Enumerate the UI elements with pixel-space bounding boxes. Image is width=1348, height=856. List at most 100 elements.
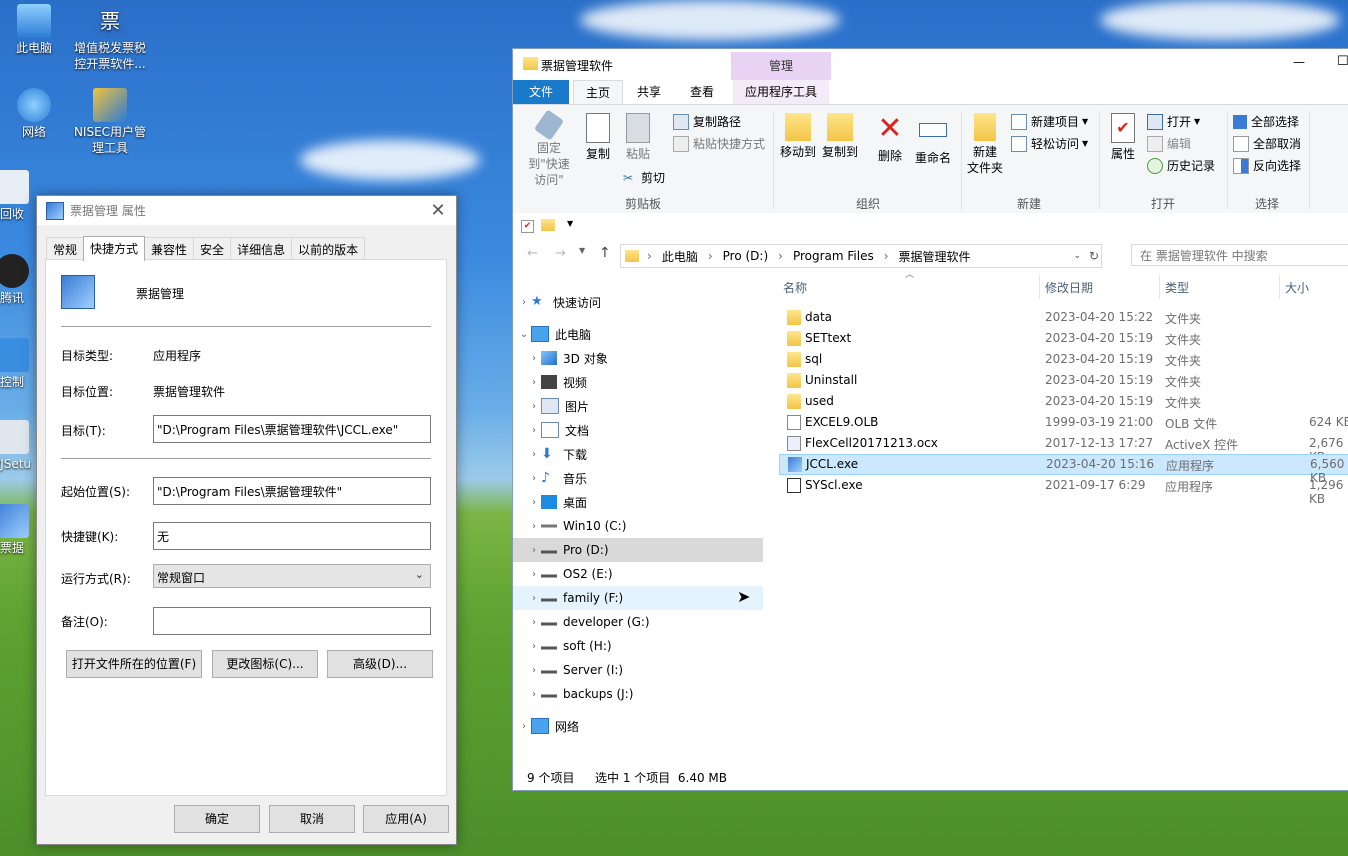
history-button[interactable]: 历史记录 [1147, 157, 1215, 174]
nav-item[interactable]: › 网络 [517, 714, 767, 738]
pin-quick-access-button[interactable]: 固定到"快速访问" [519, 109, 579, 188]
nav-item[interactable]: › 3D 对象 [527, 346, 777, 370]
apply-button[interactable]: 应用(A) [363, 805, 449, 833]
address-dropdown-icon[interactable]: ⌄ [1073, 251, 1081, 261]
breadcrumb-this-pc[interactable]: 此电脑 [662, 248, 698, 265]
column-divider[interactable] [1159, 275, 1160, 299]
properties-check-icon[interactable]: ✔ [521, 220, 534, 233]
invert-selection-button[interactable]: 反向选择 [1233, 157, 1301, 174]
nav-item[interactable]: › OS2 (E:) [527, 562, 777, 586]
paste-shortcut-button[interactable]: 粘贴快捷方式 [673, 135, 765, 152]
column-divider[interactable] [1039, 275, 1040, 299]
forward-arrow-icon[interactable]: → [555, 246, 566, 261]
delete-button[interactable]: ✕ 删除 [873, 113, 907, 164]
nav-item-hover[interactable]: › family (F:) [513, 586, 763, 610]
desktop-icon-nisec[interactable]: NISEC用户管理工具 [70, 88, 150, 156]
column-header-type[interactable]: 类型 [1165, 279, 1189, 296]
new-folder-button[interactable]: 新建 文件夹 [965, 113, 1005, 176]
tab-compatibility[interactable]: 兼容性 [144, 237, 195, 259]
file-row[interactable]: data 2023-04-20 15:22 文件夹 [779, 307, 1348, 328]
breadcrumb-program-files[interactable]: Program Files [793, 249, 874, 263]
properties-button[interactable]: ✔ 属性 [1105, 113, 1141, 162]
nav-item[interactable]: › ♪ 音乐 [527, 466, 777, 490]
customize-toolbar-icon[interactable]: ▼ [567, 219, 573, 228]
desktop-icon-invoice[interactable]: 票 增值税发票税控开票软件... [70, 4, 150, 72]
ok-button[interactable]: 确定 [174, 805, 260, 833]
nav-item[interactable]: › backups (J:) [527, 682, 777, 706]
nav-item[interactable]: › Win10 (C:) [527, 514, 777, 538]
close-button[interactable]: ✕ [420, 200, 456, 221]
open-file-location-button[interactable]: 打开文件所在的位置(F) [66, 650, 202, 678]
recent-locations-icon[interactable]: ▼ [579, 246, 585, 255]
file-row[interactable]: SYScl.exe 2021-09-17 6:29 应用程序 1,296 KB [779, 475, 1348, 506]
network-icon [17, 88, 51, 122]
tab-home[interactable]: 主页 [573, 80, 624, 104]
tab-general[interactable]: 常规 [46, 237, 85, 259]
file-row[interactable]: sql 2023-04-20 15:19 文件夹 [779, 349, 1348, 370]
tab-view[interactable]: 查看 [678, 80, 726, 104]
nav-item[interactable]: › developer (G:) [527, 610, 777, 634]
change-icon-button[interactable]: 更改图标(C)... [212, 650, 318, 678]
nav-item[interactable]: ⌄ 此电脑 [517, 322, 767, 346]
file-row[interactable]: used 2023-04-20 15:19 文件夹 [779, 391, 1348, 412]
start-in-input[interactable]: "D:\Program Files\票据管理软件" [153, 477, 431, 505]
breadcrumb-current-folder[interactable]: 票据管理软件 [899, 248, 971, 265]
tab-previous-versions[interactable]: 以前的版本 [291, 237, 366, 259]
copy-button[interactable]: 复制 [581, 113, 615, 162]
nav-item[interactable]: › Server (I:) [527, 658, 777, 682]
file-row[interactable]: EXCEL9.OLB 1999-03-19 21:00 OLB 文件 624 K… [779, 412, 1348, 433]
file-row-selected[interactable]: JCCL.exe 2023-04-20 15:16 应用程序 6,560 KB [779, 454, 1348, 485]
file-row[interactable]: FlexCell20171213.ocx 2017-12-13 17:27 Ac… [779, 433, 1348, 464]
address-bar[interactable]: › 此电脑 › Pro (D:) › Program Files › 票据管理软… [620, 244, 1102, 268]
tab-details[interactable]: 详细信息 [230, 237, 293, 259]
run-select[interactable]: 常规窗口 ⌄ [153, 564, 431, 588]
file-row[interactable]: Uninstall 2023-04-20 15:19 文件夹 [779, 370, 1348, 391]
select-all-button[interactable]: 全部选择 [1233, 113, 1299, 130]
back-arrow-icon[interactable]: ← [527, 246, 538, 261]
column-divider[interactable] [1279, 275, 1280, 299]
target-input[interactable]: "D:\Program Files\票据管理软件\JCCL.exe" [153, 415, 431, 443]
easy-access-button[interactable]: 轻松访问 ▼ [1011, 135, 1088, 152]
open-button[interactable]: 打开 ▼ [1147, 113, 1200, 130]
tab-app-tools[interactable]: 应用程序工具 [733, 80, 830, 104]
new-folder-icon[interactable] [541, 219, 555, 231]
move-to-button[interactable]: 移动到 [779, 113, 817, 160]
tab-shortcut[interactable]: 快捷方式 [83, 236, 146, 261]
file-row[interactable]: SETtext 2023-04-20 15:19 文件夹 [779, 328, 1348, 349]
desktop-icon-this-pc[interactable]: 此电脑 [0, 4, 74, 56]
rename-button[interactable]: 重命名 [913, 113, 953, 166]
column-header-date[interactable]: 修改日期 [1045, 279, 1093, 296]
tab-file[interactable]: 文件 [513, 80, 569, 104]
hotkey-input[interactable]: 无 [153, 522, 431, 550]
paste-button[interactable]: 粘贴 [621, 113, 655, 162]
cut-button[interactable]: ✂ 剪切 [623, 169, 665, 186]
column-header-name[interactable]: 名称 [783, 279, 807, 296]
desktop-icon-network[interactable]: 网络 [0, 88, 74, 140]
search-input[interactable]: 在 票据管理软件 中搜索 [1131, 244, 1348, 266]
tab-security[interactable]: 安全 [193, 237, 232, 259]
nav-item[interactable]: › 文档 [527, 418, 777, 442]
cancel-button[interactable]: 取消 [269, 805, 355, 833]
refresh-icon[interactable]: ↻ [1089, 249, 1099, 263]
select-none-button[interactable]: 全部取消 [1233, 135, 1301, 152]
up-arrow-icon[interactable]: ↑ [599, 245, 611, 261]
nav-item[interactable]: › 桌面 [527, 490, 777, 514]
comment-input[interactable] [153, 607, 431, 635]
nav-item-selected[interactable]: › Pro (D:) [513, 538, 763, 562]
nav-item[interactable]: › ★ 快速访问 [517, 290, 767, 314]
copy-to-button[interactable]: 复制到 [821, 113, 859, 160]
nav-item[interactable]: › soft (H:) [527, 634, 777, 658]
breadcrumb-drive-d[interactable]: Pro (D:) [723, 249, 769, 263]
advanced-button[interactable]: 高级(D)... [327, 650, 433, 678]
tab-share[interactable]: 共享 [625, 80, 673, 104]
maximize-button[interactable]: ☐ [1337, 54, 1348, 69]
edit-button[interactable]: 编辑 [1147, 135, 1191, 152]
tab-manage[interactable]: 管理 [731, 52, 831, 80]
nav-item[interactable]: › 图片 [527, 394, 777, 418]
nav-item[interactable]: › 视频 [527, 370, 777, 394]
new-item-button[interactable]: 新建项目 ▼ [1011, 113, 1088, 130]
copy-path-button[interactable]: 复制路径 [673, 113, 741, 130]
minimize-button[interactable]: — [1293, 55, 1305, 69]
column-header-size[interactable]: 大小 [1285, 279, 1309, 296]
nav-item[interactable]: › ⬇ 下载 [527, 442, 777, 466]
